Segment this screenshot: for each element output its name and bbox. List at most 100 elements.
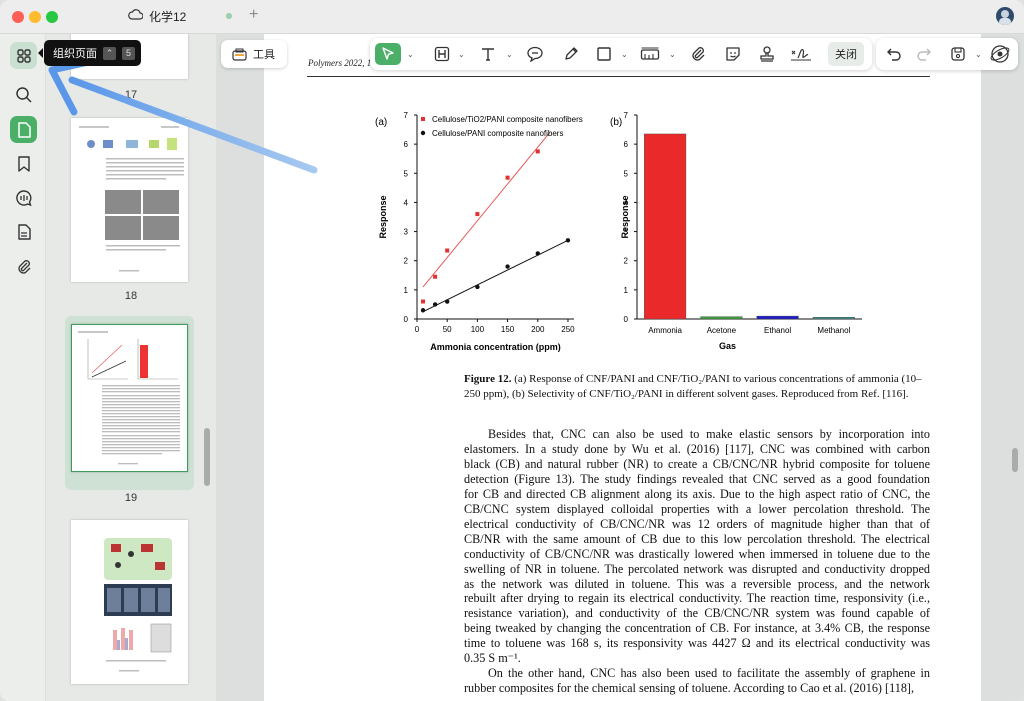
text-tool-menu[interactable]: ⌄	[506, 43, 513, 65]
x-tick-label-a: 100	[471, 325, 485, 334]
y-tick-label-a: 1	[404, 286, 409, 295]
body-text-line: On the other hand, CNC has also been use…	[488, 666, 930, 681]
body-text-line: detection (Figure 13). The study finding…	[464, 471, 930, 486]
body-text-line: rebuilt after drying to regain its elect…	[464, 591, 930, 606]
panel-label-b: (b)	[610, 117, 622, 128]
header-rule	[307, 76, 930, 77]
ai-assistant-icon	[990, 45, 1010, 63]
x-tick-label-b: Ethanol	[764, 326, 791, 335]
attachments-list-button[interactable]	[10, 218, 37, 245]
body-text-line: black (CB) and natural rubber (NR) to cr…	[464, 456, 930, 471]
document-scrollbar[interactable]	[1012, 448, 1018, 472]
paperclip-icon	[17, 259, 30, 274]
secondary-toolbar: ⌄	[876, 38, 1018, 70]
measure-tool-menu[interactable]: ⌄	[669, 43, 676, 65]
body-text-line: time to toluene was 168 s, its responsiv…	[464, 636, 930, 651]
data-point	[445, 248, 450, 253]
data-point	[421, 299, 426, 304]
save-menu[interactable]: ⌄	[975, 43, 982, 65]
body-text-line: CB/NR with the same amount of CB due to …	[464, 531, 930, 546]
stamp-tool[interactable]	[756, 43, 778, 65]
data-point	[565, 238, 571, 243]
y-axis-label-a: Response	[378, 195, 388, 238]
ai-assistant-button[interactable]	[988, 43, 1012, 65]
select-tool[interactable]	[375, 43, 401, 65]
page-number: 19	[124, 492, 138, 504]
save-icon	[951, 47, 965, 61]
figure-label: Figure 12.	[464, 373, 512, 385]
redo-button[interactable]	[914, 43, 934, 65]
sticker-tool[interactable]	[722, 43, 744, 65]
y-tick-label-a: 7	[404, 111, 409, 120]
page-thumbnail-selected[interactable]	[71, 324, 188, 472]
figure-12-charts: 012345670 50 100 150 200 250Ammonia concentra…	[375, 111, 862, 352]
paperclip-icon	[692, 47, 705, 61]
y-tick-label-b: 5	[624, 169, 629, 178]
legend-marker	[420, 130, 426, 136]
body-text-line: rubber composites for the chemical sensi…	[464, 681, 915, 696]
attach-file-tool[interactable]	[688, 43, 708, 65]
close-annotation-button[interactable]: 关闭	[828, 42, 864, 66]
body-text-line: CB/CNC system displayed colloidal proper…	[464, 501, 930, 516]
y-tick-label-a: 4	[404, 198, 409, 207]
y-tick-label-a: 5	[404, 169, 409, 178]
shortcut-key-control: ⌃	[103, 46, 116, 60]
highlight-tool[interactable]	[432, 43, 452, 65]
x-axis-label-b: Gas	[719, 341, 736, 351]
x-tick-label-a: 50	[443, 325, 452, 334]
highlight-icon	[434, 46, 450, 62]
body-text-line: electrical conductivity of CB/CNC/NR was…	[464, 516, 930, 531]
y-axis-label-b: Response	[620, 195, 630, 238]
document-icon	[17, 223, 31, 240]
x-tick-label-b: Acetone	[707, 326, 737, 335]
bar	[644, 133, 687, 320]
y-tick-label-b: 6	[624, 140, 629, 149]
x-tick-label-a: 0	[415, 325, 420, 334]
y-tick-label-b: 7	[624, 111, 629, 120]
legend-label: Cellulose/PANI composite nanofibers	[432, 129, 563, 138]
x-tick-label-b: Ammonia	[648, 326, 682, 335]
body-text-line: resistance variation), and conductivity …	[464, 606, 930, 621]
figure-caption: Figure 12. (a) Response of CNF/PANI and …	[464, 372, 930, 402]
avatar[interactable]	[996, 7, 1014, 25]
measure-tool[interactable]	[638, 43, 662, 65]
data-point	[433, 274, 438, 279]
pointing-arrow	[48, 56, 318, 174]
thumbnails-scrollbar[interactable]	[204, 428, 210, 486]
y-tick-label-b: 0	[624, 315, 629, 324]
shape-tool[interactable]	[594, 43, 614, 65]
stamp-icon	[760, 46, 774, 62]
shape-tool-menu[interactable]: ⌄	[621, 43, 628, 65]
app-window: 化学12 + 17 18 19 Polymers 2022, 1 0 1 2 3…	[0, 0, 1024, 701]
attachment-button[interactable]	[10, 252, 37, 279]
select-tool-menu[interactable]: ⌄	[407, 43, 414, 65]
sticker-icon	[726, 47, 740, 61]
data-point	[505, 175, 510, 180]
comment-tool[interactable]	[524, 43, 546, 65]
page-number: 18	[124, 290, 138, 302]
save-button[interactable]	[948, 43, 968, 65]
y-tick-label-b: 1	[624, 286, 629, 295]
highlight-tool-menu[interactable]: ⌄	[458, 43, 465, 65]
text-icon	[482, 48, 494, 61]
signature-icon	[791, 49, 811, 61]
pencil-tool[interactable]	[560, 43, 582, 65]
y-tick-label-a: 6	[404, 140, 409, 149]
redo-icon	[917, 48, 931, 61]
legend-marker	[421, 117, 425, 121]
signature-tool[interactable]	[788, 43, 814, 65]
cursor-icon	[382, 47, 394, 60]
page-thumbnail[interactable]	[71, 520, 188, 684]
undo-icon	[887, 48, 901, 61]
body-text-line: 0.35 S m⁻¹.	[464, 651, 521, 666]
data-point	[535, 251, 540, 256]
undo-button[interactable]	[884, 43, 904, 65]
data-point	[535, 149, 540, 154]
organize-pages-tooltip: 组织页面 ⌃ 5	[38, 40, 141, 66]
text-tool[interactable]	[478, 43, 498, 65]
data-point	[505, 264, 510, 269]
x-tick-label-b: Methanol	[817, 326, 850, 335]
pencil-icon	[565, 47, 578, 60]
bar	[756, 315, 799, 320]
panel-label-a: (a)	[375, 117, 387, 128]
